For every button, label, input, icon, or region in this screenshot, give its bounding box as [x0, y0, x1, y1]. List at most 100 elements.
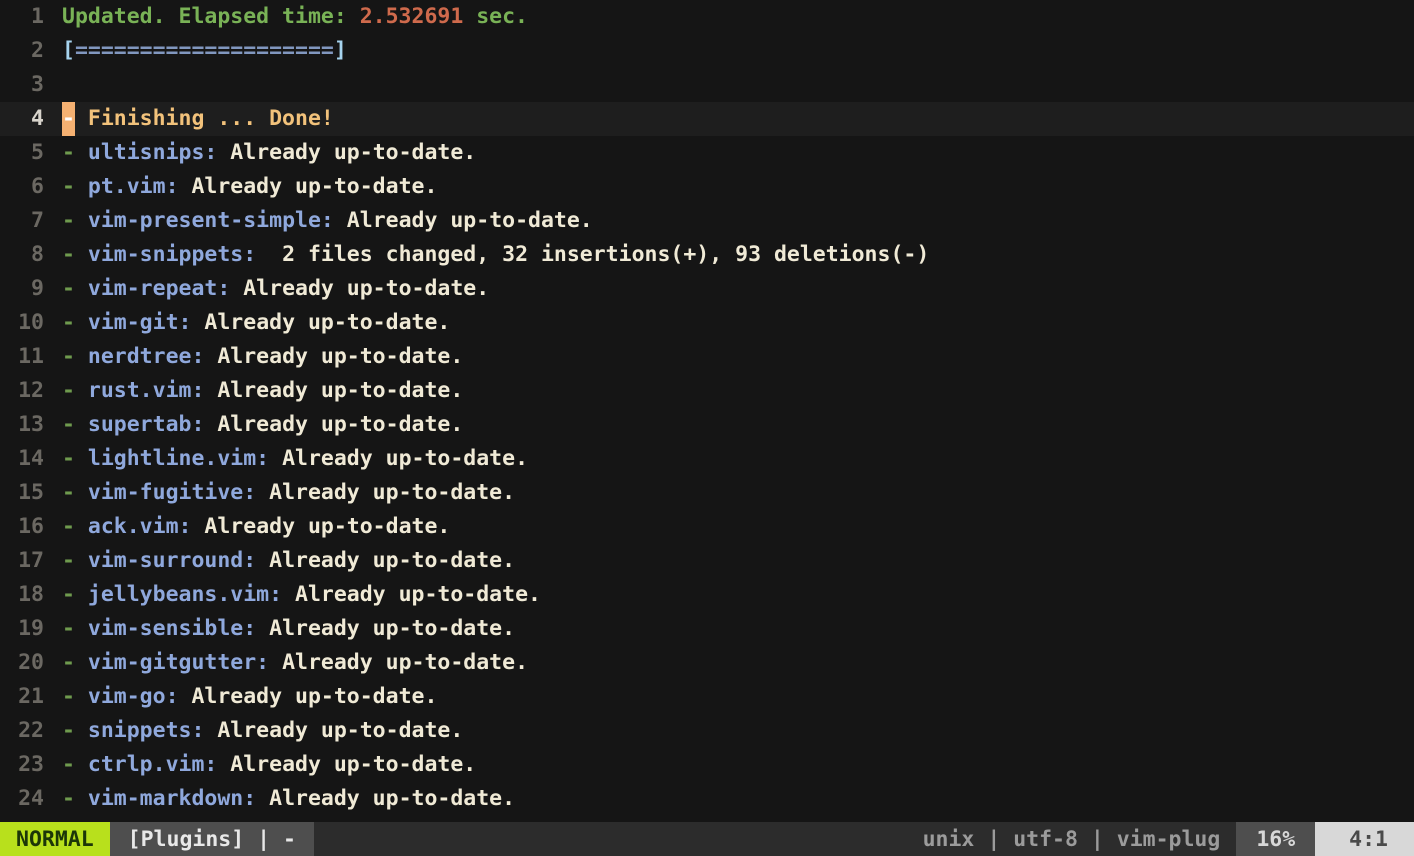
text-span: Already up-to-date. — [217, 140, 477, 165]
line-content: - pt.vim: Already up-to-date. — [46, 170, 437, 204]
line-number: 24 — [18, 786, 44, 811]
text-span: vim-markdown: — [87, 786, 257, 811]
statusline-percent: 16% — [1236, 822, 1316, 856]
text-span: vim-fugitive: — [87, 480, 257, 505]
text-span: sec. — [463, 4, 529, 29]
text-span: ] — [333, 38, 347, 63]
text-span — [75, 752, 88, 777]
buffer-line[interactable]: 4- Finishing ... Done! — [0, 102, 1414, 136]
text-span: - — [62, 310, 75, 335]
buffer-line[interactable]: 23- ctrlp.vim: Already up-to-date. — [0, 748, 1414, 782]
text-span: ctrlp.vim: — [87, 752, 218, 777]
text-span: - — [62, 378, 75, 403]
buffer-line[interactable]: 7- vim-present-simple: Already up-to-dat… — [0, 204, 1414, 238]
text-span: Updated. Elapsed time: — [62, 4, 360, 29]
buffer-line[interactable]: 10- vim-git: Already up-to-date. — [0, 306, 1414, 340]
buffer-line[interactable]: 12- rust.vim: Already up-to-date. — [0, 374, 1414, 408]
text-span — [75, 582, 88, 607]
text-span — [75, 446, 88, 471]
line-content: - vim-repeat: Already up-to-date. — [46, 272, 489, 306]
buffer-line[interactable]: 3 — [0, 68, 1414, 102]
text-span — [75, 616, 88, 641]
line-content: - rust.vim: Already up-to-date. — [46, 374, 463, 408]
line-content: - vim-markdown: Already up-to-date. — [46, 782, 515, 816]
statusline-mode: NORMAL — [0, 822, 110, 856]
line-number: 9 — [31, 276, 44, 301]
text-span: vim-present-simple: — [87, 208, 334, 233]
line-content: - vim-surround: Already up-to-date. — [46, 544, 515, 578]
text-span: Already up-to-date. — [204, 718, 464, 743]
line-content: - supertab: Already up-to-date. — [46, 408, 463, 442]
buffer-line[interactable]: 11- nerdtree: Already up-to-date. — [0, 340, 1414, 374]
text-span: - — [62, 480, 75, 505]
buffer-line[interactable]: 9- vim-repeat: Already up-to-date. — [0, 272, 1414, 306]
line-number: 5 — [31, 140, 44, 165]
buffer-line[interactable]: 1 Updated. Elapsed time: 2.532691 sec. — [0, 0, 1414, 34]
line-content: - ultisnips: Already up-to-date. — [46, 136, 476, 170]
buffer-line[interactable]: 2 [====================] — [0, 34, 1414, 68]
text-span: ==================== — [74, 38, 334, 63]
text-span — [75, 208, 88, 233]
text-span: nerdtree: — [87, 344, 205, 369]
line-content: - Finishing ... Done! — [46, 102, 334, 136]
buffer-line[interactable]: 21- vim-go: Already up-to-date. — [0, 680, 1414, 714]
text-span: Already up-to-date. — [256, 480, 516, 505]
buffer-line[interactable]: 13- supertab: Already up-to-date. — [0, 408, 1414, 442]
buffer-line[interactable]: 24- vim-markdown: Already up-to-date. — [0, 782, 1414, 816]
line-number: 22 — [18, 718, 44, 743]
buffer-line[interactable]: 22- snippets: Already up-to-date. — [0, 714, 1414, 748]
buffer-line[interactable]: 16- ack.vim: Already up-to-date. — [0, 510, 1414, 544]
text-span: - — [62, 412, 75, 437]
text-span — [75, 412, 88, 437]
line-number: 10 — [18, 310, 44, 335]
buffer-line[interactable]: 19- vim-sensible: Already up-to-date. — [0, 612, 1414, 646]
text-span: Already up-to-date. — [256, 786, 516, 811]
buffer-line[interactable]: 18- jellybeans.vim: Already up-to-date. — [0, 578, 1414, 612]
text-cursor: - — [62, 102, 75, 136]
line-content: - jellybeans.vim: Already up-to-date. — [46, 578, 541, 612]
buffer-line[interactable]: 15- vim-fugitive: Already up-to-date. — [0, 476, 1414, 510]
buffer-line[interactable]: 8- vim-snippets: 2 files changed, 32 ins… — [0, 238, 1414, 272]
buffer-line[interactable]: 20- vim-gitgutter: Already up-to-date. — [0, 646, 1414, 680]
line-content: - nerdtree: Already up-to-date. — [46, 340, 463, 374]
line-content: - lightline.vim: Already up-to-date. — [46, 442, 528, 476]
text-span: - — [62, 752, 75, 777]
buffer-line[interactable]: 14- lightline.vim: Already up-to-date. — [0, 442, 1414, 476]
line-number: 1 — [31, 4, 44, 29]
text-span: vim-git: — [87, 310, 192, 335]
buffer-line[interactable]: 6- pt.vim: Already up-to-date. — [0, 170, 1414, 204]
text-span: snippets: — [87, 718, 205, 743]
line-number: 14 — [18, 446, 44, 471]
line-number: 20 — [18, 650, 44, 675]
text-span: 2 files changed, 32 insertions(+), 93 de… — [256, 242, 930, 267]
buffer-line[interactable]: 5- ultisnips: Already up-to-date. — [0, 136, 1414, 170]
text-span: ack.vim: — [87, 514, 192, 539]
text-span — [75, 310, 88, 335]
line-number: 18 — [18, 582, 44, 607]
line-number: 23 — [18, 752, 44, 777]
text-span — [75, 276, 88, 301]
line-number: 15 — [18, 480, 44, 505]
line-number: 6 — [31, 174, 44, 199]
line-number: 4 — [31, 106, 44, 131]
text-span: - — [62, 616, 75, 641]
line-number: 19 — [18, 616, 44, 641]
statusline-filename: [Plugins] | - — [109, 822, 314, 856]
text-span — [75, 718, 88, 743]
text-span: - — [62, 208, 75, 233]
text-span: vim-go: — [87, 684, 179, 709]
vim-buffer[interactable]: 1 Updated. Elapsed time: 2.532691 sec. 2 [=… — [0, 0, 1414, 822]
text-span: - — [62, 786, 75, 811]
line-number: 7 — [31, 208, 44, 233]
line-number: 3 — [31, 72, 44, 97]
line-content: - vim-gitgutter: Already up-to-date. — [46, 646, 528, 680]
text-span: vim-sensible: — [87, 616, 257, 641]
text-span: Already up-to-date. — [191, 514, 451, 539]
text-span: Already up-to-date. — [191, 310, 451, 335]
text-span: Already up-to-date. — [204, 344, 464, 369]
buffer-line[interactable]: 17- vim-surround: Already up-to-date. — [0, 544, 1414, 578]
text-span — [75, 378, 88, 403]
text-span: 2.532691 — [359, 4, 464, 29]
text-span: - — [62, 582, 75, 607]
statusline-position: 4:1 — [1315, 822, 1414, 856]
